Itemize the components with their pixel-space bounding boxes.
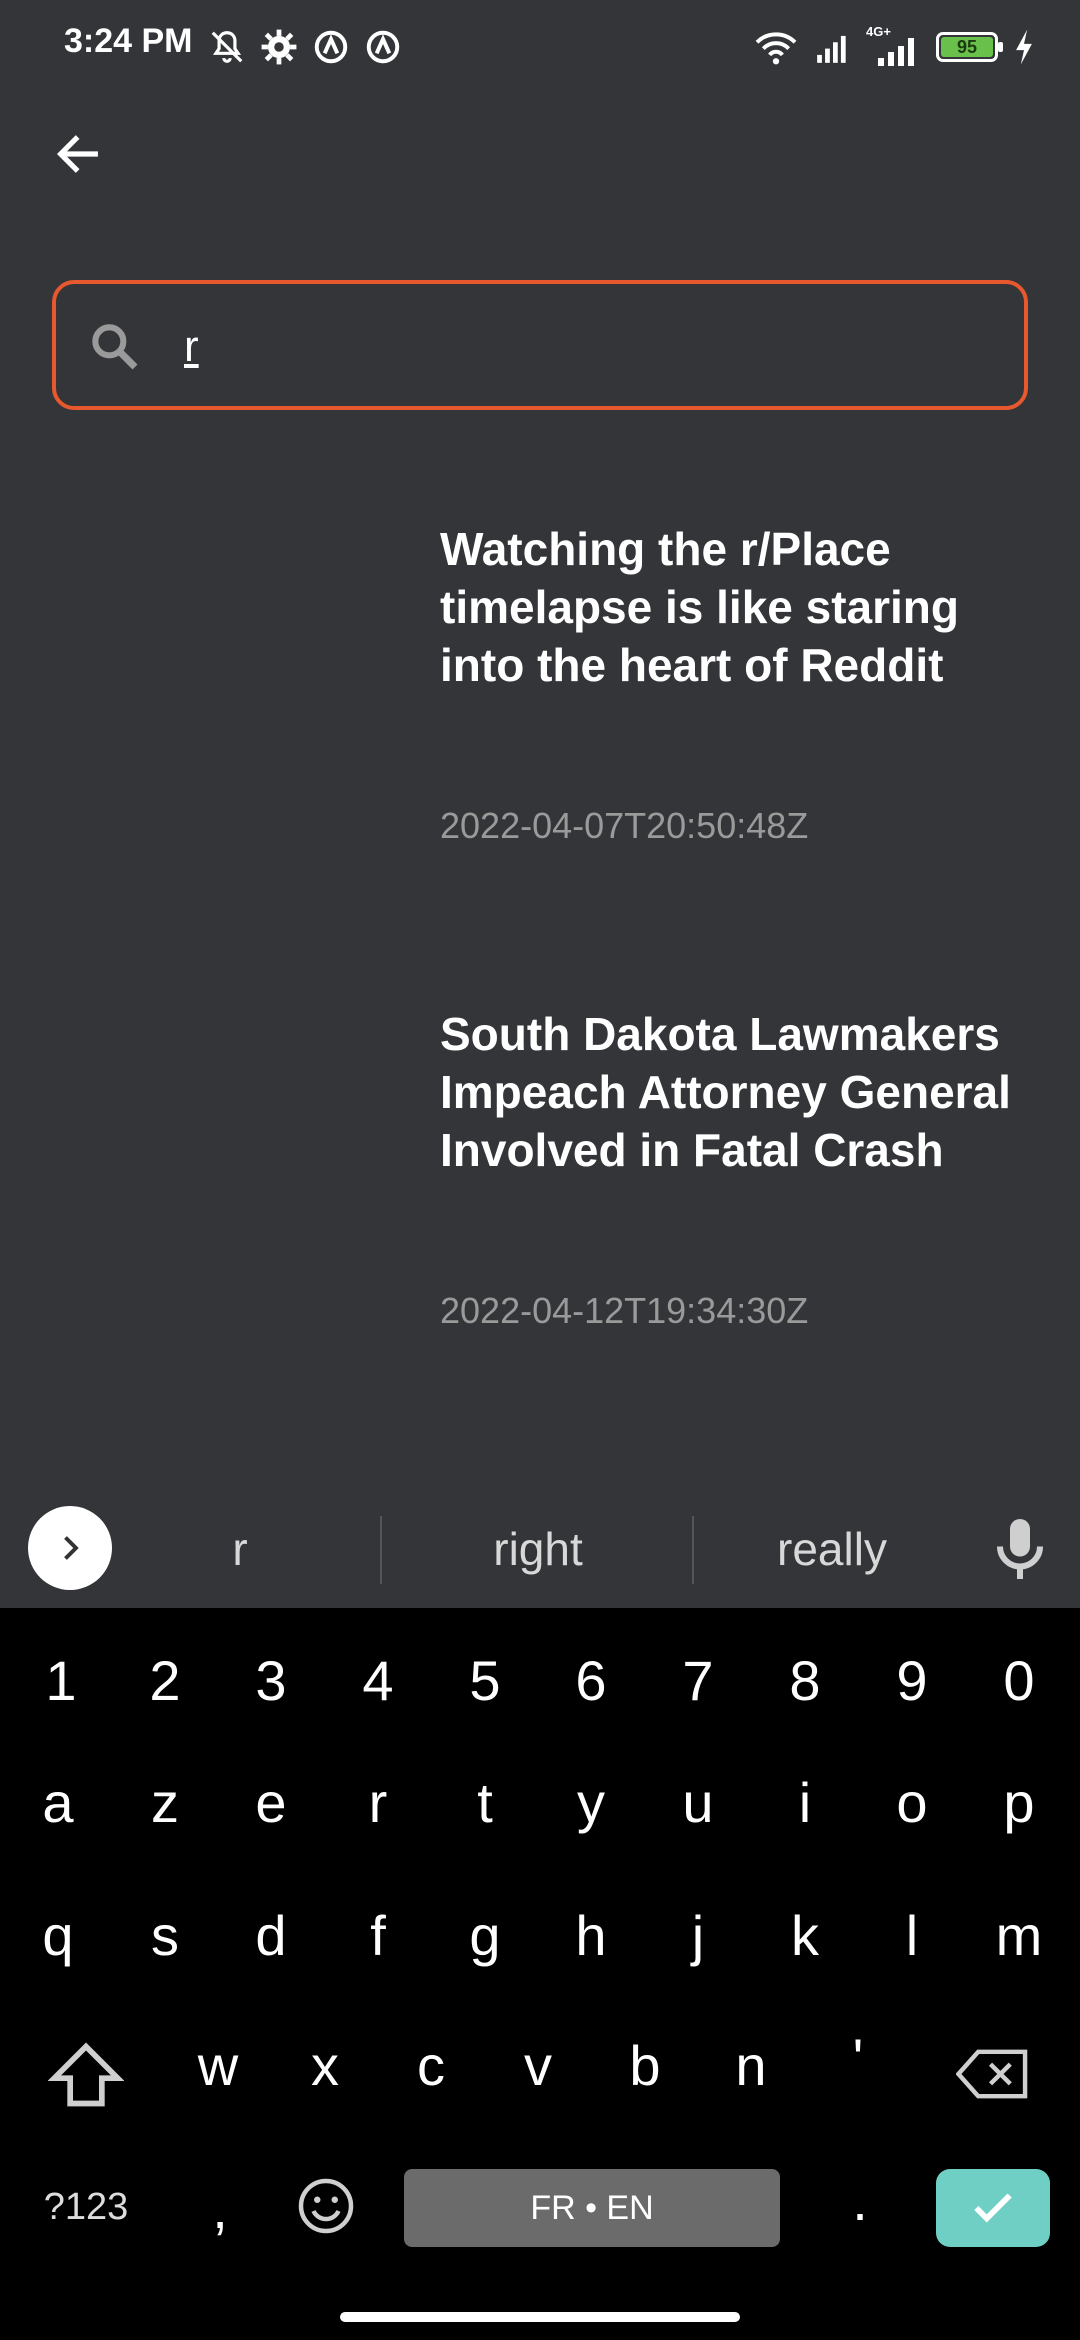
backspace-icon (955, 2049, 1028, 2099)
result-title: Watching the r/Place timelapse is like s… (440, 523, 960, 691)
key[interactable]: c (381, 2033, 481, 2098)
key[interactable]: k (755, 1903, 855, 1968)
key[interactable]: x (275, 2033, 375, 2098)
key[interactable]: o (862, 1770, 962, 1835)
suggestion-divider (380, 1516, 382, 1584)
period-key[interactable]: . (810, 2168, 910, 2233)
key[interactable]: a (8, 1770, 108, 1835)
key[interactable]: 3 (221, 1648, 321, 1713)
key[interactable]: 0 (969, 1648, 1069, 1713)
suggestion-2[interactable]: right (388, 1522, 688, 1576)
shift-icon (47, 2042, 125, 2107)
search-box[interactable] (52, 280, 1028, 410)
key[interactable]: 4 (328, 1648, 428, 1713)
signal-4g-icon: 4G+ (866, 24, 922, 66)
key[interactable]: z (115, 1770, 215, 1835)
key[interactable]: 9 (862, 1648, 962, 1713)
key[interactable]: q (8, 1903, 108, 1968)
key[interactable]: m (969, 1903, 1069, 1968)
status-icons-left (208, 28, 402, 66)
mic-icon[interactable] (990, 1514, 1050, 1584)
suggestion-strip: r right really (0, 1494, 1080, 1608)
list-item[interactable]: Watching the r/Place timelapse is like s… (0, 500, 1080, 880)
chevron-right-icon (64, 1536, 79, 1560)
key[interactable]: 5 (435, 1648, 535, 1713)
circle-a-icon (366, 30, 400, 64)
key[interactable]: w (168, 2033, 268, 2098)
battery-level: 95 (941, 37, 993, 57)
key[interactable]: 1 (11, 1648, 111, 1713)
result-thumbnail (48, 520, 408, 820)
muted-bell-icon (211, 31, 243, 63)
space-key[interactable]: FR • EN (404, 2169, 780, 2247)
key[interactable]: u (648, 1770, 748, 1835)
key[interactable]: p (969, 1770, 1069, 1835)
suggestion-1[interactable]: r (90, 1522, 390, 1576)
key[interactable]: 6 (541, 1648, 641, 1713)
checkmark-icon (974, 2193, 1012, 2223)
key[interactable]: g (435, 1903, 535, 1968)
back-button[interactable] (46, 122, 110, 186)
home-indicator[interactable] (340, 2312, 740, 2322)
key[interactable]: n (701, 2033, 801, 2098)
signal-icon (817, 35, 846, 63)
result-thumbnail (48, 1005, 408, 1305)
key[interactable]: y (541, 1770, 641, 1835)
emoji-icon (298, 2178, 354, 2234)
key[interactable]: e (221, 1770, 321, 1835)
key[interactable]: 2 (115, 1648, 215, 1713)
comma-key[interactable]: , (170, 2176, 270, 2241)
keyboard: 1 2 3 4 5 6 7 8 9 0 a z e r t y u i o p … (0, 1608, 1080, 2340)
status-time: 3:24 PM (64, 22, 193, 60)
key[interactable]: f (328, 1903, 428, 1968)
search-icon (92, 324, 138, 370)
key[interactable]: i (755, 1770, 855, 1835)
key[interactable]: ' (808, 2026, 908, 2091)
key[interactable]: s (115, 1903, 215, 1968)
arrow-left-icon (56, 135, 98, 173)
gear-icon (261, 29, 297, 65)
battery-icon: 95 (936, 32, 1003, 62)
result-title: South Dakota Lawmakers Impeach Attorney … (440, 1008, 1011, 1176)
key[interactable]: v (488, 2033, 588, 2098)
key[interactable]: h (541, 1903, 641, 1968)
key[interactable]: b (595, 2033, 695, 2098)
list-item[interactable]: South Dakota Lawmakers Impeach Attorney … (0, 985, 1080, 1365)
circle-a-icon (314, 30, 348, 64)
enter-key[interactable] (936, 2169, 1050, 2247)
charging-icon (1016, 29, 1032, 65)
emoji-key[interactable] (296, 2176, 356, 2236)
key[interactable]: 8 (755, 1648, 855, 1713)
shift-key[interactable] (47, 2040, 125, 2110)
result-date: 2022-04-12T19:34:30Z (440, 1290, 809, 1331)
key[interactable]: l (862, 1903, 962, 1968)
status-bar: 3:24 PM 4G+ 95 (0, 0, 1080, 96)
status-icons-right: 4G+ 95 (752, 24, 1036, 66)
key[interactable]: d (221, 1903, 321, 1968)
key[interactable]: r (328, 1770, 428, 1835)
result-date: 2022-04-07T20:50:48Z (440, 805, 809, 846)
key[interactable]: j (648, 1903, 748, 1968)
key[interactable]: 7 (648, 1648, 748, 1713)
search-input[interactable] (184, 312, 984, 382)
symbols-key[interactable]: ?123 (36, 2186, 136, 2229)
wifi-icon (755, 32, 797, 65)
suggestion-3[interactable]: really (682, 1522, 982, 1576)
backspace-key[interactable] (955, 2046, 1030, 2102)
key[interactable]: t (435, 1770, 535, 1835)
